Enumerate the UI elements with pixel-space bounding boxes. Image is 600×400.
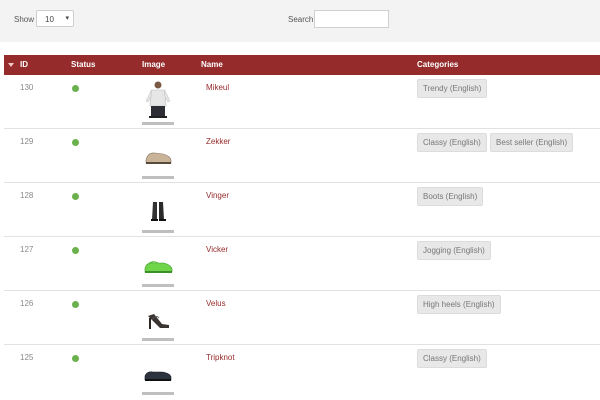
product-id: 127	[20, 245, 34, 254]
category-tags: Boots (English)	[417, 187, 484, 206]
status-active-icon	[72, 193, 79, 200]
column-header-categories[interactable]: Categories	[417, 60, 458, 69]
category-tags: Jogging (English)	[417, 241, 492, 260]
category-tags: High heels (English)	[417, 295, 502, 314]
category-tag[interactable]: Boots (English)	[417, 187, 484, 206]
sort-desc-icon[interactable]	[8, 63, 14, 67]
show-label: Show	[14, 15, 35, 24]
status-active-icon	[72, 139, 79, 146]
column-header-name[interactable]: Name	[201, 60, 223, 69]
table-row[interactable]: 125 Tripknot Classy (English)	[4, 345, 600, 399]
man-apparel-icon[interactable]	[142, 78, 174, 125]
table-header: ID Status Image Name Categories	[4, 55, 600, 75]
product-name-link[interactable]: Vinger	[206, 191, 229, 200]
page-size-select[interactable]: 10 ▾	[36, 10, 74, 27]
table-row[interactable]: 129 Zekker Classy (English) Best seller …	[4, 129, 600, 183]
product-name-link[interactable]: Tripknot	[206, 353, 235, 362]
category-tag[interactable]: Trendy (English)	[417, 79, 488, 98]
page-size-value: 10	[45, 15, 54, 24]
table-row[interactable]: 130 Mikeul Trendy (English)	[4, 75, 600, 129]
product-name-link[interactable]: Vicker	[206, 245, 228, 254]
column-header-status[interactable]: Status	[71, 60, 95, 69]
search-label: Search:	[288, 15, 316, 24]
status-active-icon	[72, 247, 79, 254]
status-active-icon	[72, 85, 79, 92]
category-tag[interactable]: High heels (English)	[417, 295, 501, 314]
category-tags: Classy (English) Best seller (English)	[417, 133, 574, 152]
dark-shoes-icon[interactable]	[142, 348, 174, 395]
category-tags: Trendy (English)	[417, 79, 488, 98]
high-heels-icon[interactable]	[142, 294, 174, 341]
product-name-link[interactable]: Mikeul	[206, 83, 229, 92]
green-sneakers-icon[interactable]	[142, 240, 174, 287]
search-input[interactable]	[314, 10, 389, 28]
status-active-icon	[72, 301, 79, 308]
product-id: 126	[20, 299, 34, 308]
chevron-down-icon: ▾	[65, 15, 69, 22]
table-row[interactable]: 128 Vinger Boots (English)	[4, 183, 600, 237]
table-controls-bar: Show 10 ▾ Search:	[0, 0, 600, 42]
product-id: 128	[20, 191, 34, 200]
table-row[interactable]: 126 Velus High heels (English)	[4, 291, 600, 345]
category-tag[interactable]: Classy (English)	[417, 133, 487, 152]
beige-shoe-icon[interactable]	[142, 132, 174, 179]
column-header-id[interactable]: ID	[20, 60, 28, 69]
product-name-link[interactable]: Velus	[206, 299, 226, 308]
category-tag[interactable]: Classy (English)	[417, 349, 487, 368]
table-row[interactable]: 127 Vicker Jogging (English)	[4, 237, 600, 291]
product-id: 130	[20, 83, 34, 92]
category-tag[interactable]: Best seller (English)	[490, 133, 574, 152]
status-active-icon	[72, 355, 79, 362]
product-name-link[interactable]: Zekker	[206, 137, 230, 146]
category-tags: Classy (English)	[417, 349, 488, 368]
product-id: 125	[20, 353, 34, 362]
product-id: 129	[20, 137, 34, 146]
column-header-image[interactable]: Image	[142, 60, 165, 69]
black-boots-icon[interactable]	[142, 186, 174, 233]
category-tag[interactable]: Jogging (English)	[417, 241, 491, 260]
